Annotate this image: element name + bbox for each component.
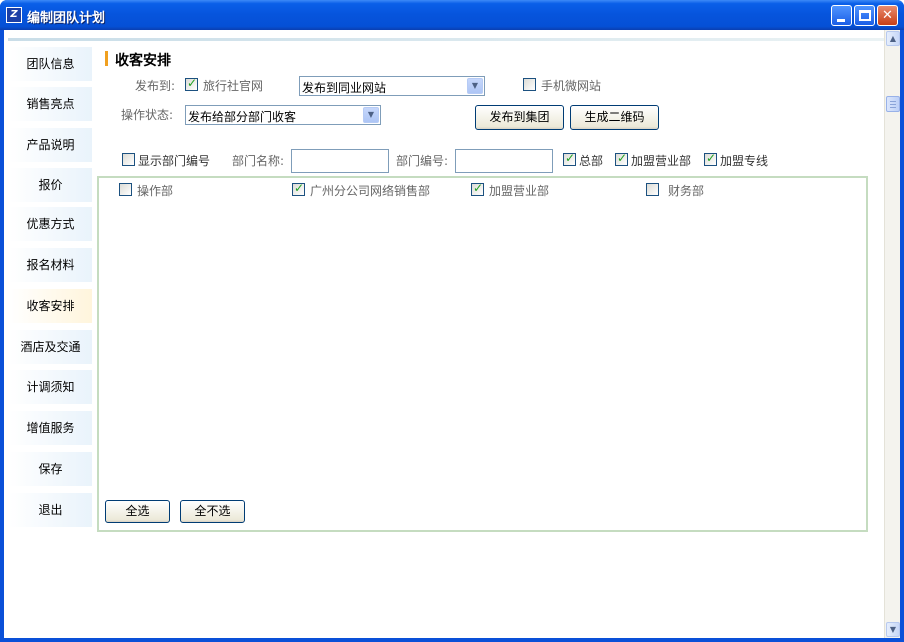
sidebar-item-operator-notes[interactable]: 计调须知 [9, 370, 92, 404]
maximize-button[interactable] [854, 5, 875, 26]
official-site-label: 旅行社官网 [203, 79, 264, 93]
chevron-down-icon[interactable]: ▼ [363, 107, 379, 123]
show-dept-code-label: 显示部门编号 [138, 154, 211, 168]
dept-label-finance: 财务部 [668, 184, 705, 198]
window-title: 编制团队计划 [27, 11, 106, 26]
mobile-site-checkbox[interactable] [523, 78, 536, 91]
top-divider [8, 38, 884, 41]
status-select[interactable]: 发布给部分部门收客 ▼ [185, 105, 381, 125]
dept-label-guangzhou-online-sales: 广州分公司网络销售部 [310, 184, 431, 198]
section-title: 收客安排 [115, 53, 171, 69]
chevron-down-icon[interactable]: ▼ [467, 78, 483, 94]
app-window: Z 编制团队计划 ✕ 团队信息 销售亮点 产品说明 报价 优惠方式 报名材料 收… [0, 0, 904, 642]
sidebar-item-save[interactable]: 保存 [9, 452, 92, 486]
show-dept-code-checkbox[interactable] [122, 153, 135, 166]
franchise-office-label: 加盟营业部 [631, 154, 692, 168]
generate-qr-button[interactable]: 生成二维码 [570, 105, 659, 130]
publish-label: 发布到: [135, 79, 176, 93]
minimize-icon [837, 19, 845, 22]
status-label: 操作状态: [121, 108, 174, 122]
publish-target-value: 发布到同业网站 [302, 81, 387, 95]
select-all-button[interactable]: 全选 [105, 500, 170, 523]
dept-label-franchise-office: 加盟营业部 [489, 184, 550, 198]
dept-name-input[interactable] [291, 149, 389, 173]
mobile-site-label: 手机微网站 [541, 79, 602, 93]
franchise-line-label: 加盟专线 [720, 154, 769, 168]
official-site-checkbox[interactable] [185, 76, 198, 91]
section-accent-bar [105, 51, 108, 66]
scroll-thumb[interactable] [886, 96, 900, 112]
scroll-down-icon[interactable]: ▼ [886, 622, 900, 637]
dept-name-label: 部门名称: [232, 154, 285, 168]
publish-target-select[interactable]: 发布到同业网站 ▼ [299, 76, 485, 96]
sidebar-item-discounts[interactable]: 优惠方式 [9, 207, 92, 241]
sidebar-item-quote[interactable]: 报价 [9, 168, 92, 202]
publish-group-button[interactable]: 发布到集团 [475, 105, 564, 130]
franchise-office-checkbox[interactable] [615, 151, 628, 166]
sidebar-item-product-description[interactable]: 产品说明 [9, 128, 92, 162]
sidebar-item-team-info[interactable]: 团队信息 [9, 47, 92, 81]
app-logo-icon: Z [6, 7, 22, 23]
sidebar-item-exit[interactable]: 退出 [9, 493, 92, 527]
department-panel: 操作部 广州分公司网络销售部 加盟营业部 财务部 全选 全不选 [97, 176, 868, 532]
sidebar-item-hotel-transport[interactable]: 酒店及交通 [9, 330, 92, 364]
dept-checkbox-finance[interactable] [646, 183, 659, 196]
select-none-button[interactable]: 全不选 [180, 500, 245, 523]
title-bar[interactable]: Z 编制团队计划 ✕ [0, 0, 904, 30]
close-icon: ✕ [882, 8, 893, 23]
sidebar-item-value-added[interactable]: 增值服务 [9, 411, 92, 445]
minimize-button[interactable] [831, 5, 852, 26]
maximize-icon [859, 10, 871, 21]
dept-checkbox-guangzhou-online-sales[interactable] [292, 181, 305, 196]
sidebar-item-signup-materials[interactable]: 报名材料 [9, 248, 92, 282]
dept-code-label: 部门编号: [396, 154, 449, 168]
dept-code-input[interactable] [455, 149, 553, 173]
franchise-line-checkbox[interactable] [704, 151, 717, 166]
headquarters-label: 总部 [579, 154, 604, 168]
status-value: 发布给部分部门收客 [188, 110, 297, 124]
dept-checkbox-operations[interactable] [119, 183, 132, 196]
scroll-up-icon[interactable]: ▲ [886, 31, 900, 46]
client-area: 团队信息 销售亮点 产品说明 报价 优惠方式 报名材料 收客安排 酒店及交通 计… [4, 30, 900, 638]
headquarters-checkbox[interactable] [563, 151, 576, 166]
close-button[interactable]: ✕ [877, 5, 898, 26]
dept-label-operations: 操作部 [137, 184, 174, 198]
sidebar-item-customer-arrangement[interactable]: 收客安排 [9, 289, 92, 323]
dept-checkbox-franchise-office[interactable] [471, 181, 484, 196]
sidebar-item-sales-highlights[interactable]: 销售亮点 [9, 87, 92, 121]
vertical-scrollbar[interactable]: ▲ ▼ [884, 30, 900, 638]
